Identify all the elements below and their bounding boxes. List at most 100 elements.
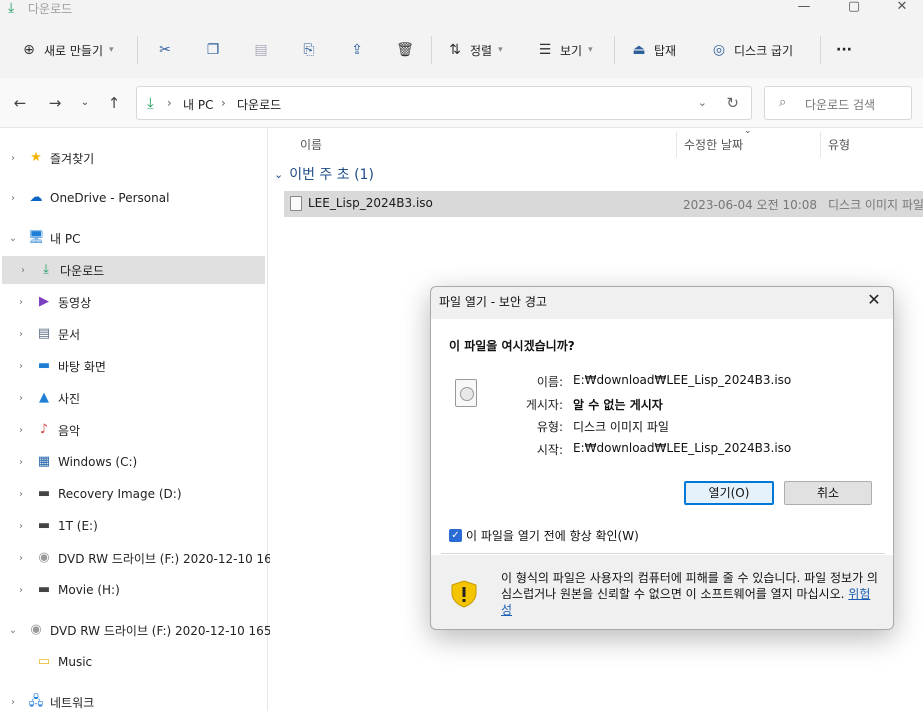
sidebar-item-favorites[interactable]: › ★ 즐겨찾기	[6, 144, 272, 172]
checkbox-checked-icon[interactable]: ✓	[449, 529, 462, 542]
chevron-right-icon[interactable]: ›	[14, 329, 28, 340]
document-icon: ▤	[37, 326, 51, 341]
sidebar-item-onedrive[interactable]: › ☁ OneDrive - Personal	[6, 184, 272, 212]
column-divider[interactable]	[676, 132, 677, 158]
sidebar-item-dvd-f[interactable]: › ◉ DVD RW 드라이브 (F:) 2020-12-10 16	[14, 544, 280, 572]
sort-button[interactable]: ⇅ 정렬 ▾	[446, 38, 503, 62]
breadcrumb-pc[interactable]: 내 PC	[183, 96, 213, 113]
forward-button[interactable]: →	[45, 94, 65, 114]
chevron-right-icon[interactable]: ›	[6, 193, 20, 204]
view-button[interactable]: ☰ 보기 ▾	[536, 38, 593, 62]
column-divider[interactable]	[820, 132, 821, 158]
column-header-type[interactable]: 유형	[828, 136, 850, 153]
breadcrumb-downloads[interactable]: 다운로드	[237, 96, 281, 113]
close-icon[interactable]: ✕	[863, 289, 885, 311]
paste-button[interactable]: ▤	[252, 38, 270, 62]
chevron-right-icon[interactable]: ›	[14, 425, 28, 436]
group-label: 이번 주 초 (1)	[289, 167, 374, 183]
download-icon: ⤓	[8, 0, 15, 16]
address-bar[interactable]: ⤓ › 내 PC › 다운로드 ⌄ ↻	[136, 86, 752, 120]
field-publisher-value: 알 수 없는 게시자	[573, 398, 663, 412]
close-window-button[interactable]: ✕	[882, 0, 922, 18]
minimize-button[interactable]: —	[784, 0, 824, 18]
chevron-right-icon[interactable]: ›	[14, 521, 28, 532]
chevron-right-icon[interactable]: ›	[14, 297, 28, 308]
sidebar-item-music-folder[interactable]: ▭ Music	[14, 648, 280, 676]
up-button[interactable]: ↑	[104, 94, 124, 114]
sidebar-item-pictures[interactable]: › ▲ 사진	[14, 384, 280, 412]
network-icon: 🖧	[28, 694, 44, 709]
chevron-right-icon[interactable]: ›	[14, 457, 28, 468]
chevron-right-icon[interactable]: ›	[14, 361, 28, 372]
group-header[interactable]: ⌄ 이번 주 초 (1)	[274, 164, 374, 184]
share-button[interactable]: ⇪	[348, 38, 366, 62]
cancel-button[interactable]: 취소	[784, 481, 872, 505]
maximize-button[interactable]: ▢	[834, 0, 874, 18]
chevron-right-icon[interactable]: ›	[6, 153, 20, 164]
sidebar-item-dvd-root[interactable]: ⌄ ◉ DVD RW 드라이브 (F:) 2020-12-10 165	[6, 616, 272, 644]
desktop-icon: ▬	[37, 358, 51, 373]
chevron-right-icon[interactable]: ›	[14, 553, 28, 564]
chevron-down-icon[interactable]: ⌄	[6, 233, 20, 244]
sidebar-item-desktop[interactable]: › ▬ 바탕 화면	[14, 352, 280, 380]
mount-icon: ⏏	[632, 42, 646, 58]
recent-locations-button[interactable]: ⌄	[75, 94, 95, 114]
toolbar-divider	[820, 36, 821, 64]
mount-button[interactable]: ⏏ 탑재	[630, 38, 676, 62]
cloud-icon: ☁	[29, 190, 43, 205]
sidebar-item-network[interactable]: › 🖧 네트워크	[6, 688, 272, 711]
mount-label: 탑재	[654, 43, 677, 58]
chevron-down-icon: ▾	[109, 45, 114, 55]
music-icon: ♪	[39, 422, 49, 437]
sort-icon: ⇅	[449, 42, 461, 58]
folder-icon: ▭	[37, 654, 51, 669]
sidebar-item-drive-c[interactable]: › ▦ Windows (C:)	[14, 448, 280, 476]
column-header-name[interactable]: 이름	[300, 136, 322, 153]
refresh-icon[interactable]: ↻	[726, 94, 739, 112]
rename-button[interactable]: ⎘	[300, 38, 318, 62]
sidebar-item-drive-e[interactable]: › ▬ 1T (E:)	[14, 512, 280, 540]
sidebar-item-drive-h[interactable]: › ▬ Movie (H:)	[14, 576, 280, 604]
chevron-down-icon[interactable]: ⌄	[698, 96, 707, 109]
chevron-right-icon[interactable]: ›	[14, 585, 28, 596]
chevron-down-icon[interactable]: ⌄	[6, 625, 20, 636]
sidebar-item-label: 네트워크	[50, 695, 95, 710]
rename-icon: ⎘	[303, 42, 315, 58]
copy-button[interactable]: ❐	[204, 38, 222, 62]
sidebar-item-music[interactable]: › ♪ 음악	[14, 416, 280, 444]
chevron-right-icon[interactable]: ›	[14, 393, 28, 404]
toolbar-divider	[431, 36, 432, 64]
title-bar: ⤓ 다운로드 — ▢ ✕	[0, 0, 923, 22]
sidebar-item-documents[interactable]: › ▤ 문서	[14, 320, 280, 348]
search-box[interactable]: ⌕ 다운로드 검색	[764, 86, 912, 120]
file-name: LEE_Lisp_2024B3.iso	[308, 196, 433, 210]
address-row: ← → ⌄ ↑ ⤓ › 내 PC › 다운로드 ⌄ ↻ ⌕ 다운로드 검색	[0, 78, 923, 128]
scissors-icon: ✂	[159, 42, 171, 58]
sidebar-item-this-pc[interactable]: ⌄ 🖥 내 PC	[6, 224, 272, 252]
file-row[interactable]: LEE_Lisp_2024B3.iso 2023-06-04 오전 10:08 …	[284, 191, 923, 217]
delete-button[interactable]: 🗑	[396, 38, 414, 62]
always-ask-checkbox-row[interactable]: ✓ 이 파일을 열기 전에 항상 확인(W)	[449, 527, 639, 544]
checkbox-label: 이 파일을 열기 전에 항상 확인(W)	[466, 529, 639, 543]
chevron-right-icon[interactable]: ›	[16, 265, 30, 276]
sidebar-item-videos[interactable]: › ▶ 동영상	[14, 288, 280, 316]
disc-icon: ◎	[712, 42, 726, 58]
sidebar-item-downloads[interactable]: › ⤓ 다운로드	[2, 256, 265, 284]
back-button[interactable]: ←	[10, 94, 30, 114]
search-placeholder: 다운로드 검색	[805, 98, 876, 112]
open-button[interactable]: 열기(O)	[684, 481, 774, 505]
more-options-button[interactable]: ···	[836, 38, 852, 62]
cut-button[interactable]: ✂	[156, 38, 174, 62]
column-header-date[interactable]: 수정한 날짜	[684, 136, 743, 153]
new-button[interactable]: ⊕ 새로 만들기 ▾	[20, 38, 114, 62]
chevron-right-icon[interactable]: ›	[14, 489, 28, 500]
chevron-right-icon[interactable]: ›	[6, 697, 20, 708]
sidebar-item-drive-d[interactable]: › ▬ Recovery Image (D:)	[14, 480, 280, 508]
clipboard-icon: ▤	[254, 42, 268, 58]
sidebar-item-label: 바탕 화면	[58, 359, 106, 374]
burn-disc-button[interactable]: ◎ 디스크 굽기	[710, 38, 793, 62]
download-icon: ⤓	[147, 94, 154, 112]
new-label: 새로 만들기	[44, 43, 104, 58]
trash-icon: 🗑	[396, 42, 414, 58]
toolbar-divider	[614, 36, 615, 64]
